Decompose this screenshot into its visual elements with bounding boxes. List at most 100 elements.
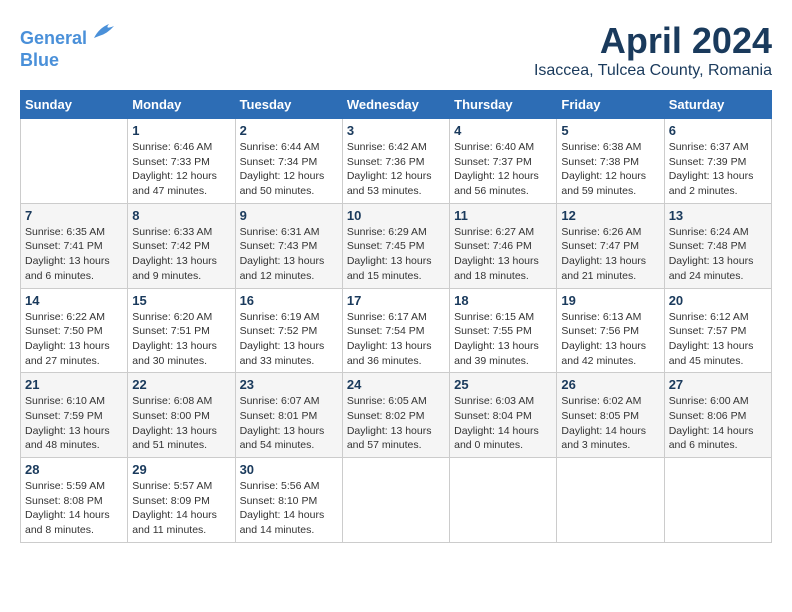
- cell-week1-day6: 5Sunrise: 6:38 AM Sunset: 7:38 PM Daylig…: [557, 119, 664, 204]
- day-info: Sunrise: 5:59 AM Sunset: 8:08 PM Dayligh…: [25, 479, 123, 538]
- day-info: Sunrise: 6:42 AM Sunset: 7:36 PM Dayligh…: [347, 140, 445, 199]
- day-info: Sunrise: 6:10 AM Sunset: 7:59 PM Dayligh…: [25, 394, 123, 453]
- day-number: 16: [240, 293, 338, 308]
- cell-week5-day1: 28 Sunrise: 5:59 AM Sunset: 8:08 PM Dayli…: [21, 458, 128, 543]
- cell-week1-day3: 2 Sunrise: 6:44 AM Sunset: 7:34 PM Daylig…: [235, 119, 342, 204]
- cell-week1-day7: 6Sunrise: 6:37 AM Sunset: 7:39 PM Daylig…: [664, 119, 771, 204]
- day-number: 19: [561, 293, 659, 308]
- day-info: Sunrise: 6:13 AM Sunset: 7:56 PM Dayligh…: [561, 310, 659, 369]
- day-info: Sunrise: 6:07 AM Sunset: 8:01 PM Dayligh…: [240, 394, 338, 453]
- day-info: Sunrise: 6:29 AM Sunset: 7:45 PM Dayligh…: [347, 225, 445, 284]
- cell-week4-day3: 23 Sunrise: 6:07 AM Sunset: 8:01 PM Dayli…: [235, 373, 342, 458]
- cell-week5-day7: [664, 458, 771, 543]
- header-sunday: Sunday: [21, 91, 128, 119]
- cell-week2-day6: 12 Sunrise: 6:26 AM Sunset: 7:47 PM Dayli…: [557, 203, 664, 288]
- cell-week3-day2: 15 Sunrise: 6:20 AM Sunset: 7:51 PM Dayli…: [128, 288, 235, 373]
- header-wednesday: Wednesday: [342, 91, 449, 119]
- day-number: 25: [454, 377, 552, 392]
- day-number: 27: [669, 377, 767, 392]
- header-tuesday: Tuesday: [235, 91, 342, 119]
- cell-week2-day3: 9 Sunrise: 6:31 AM Sunset: 7:43 PM Daylig…: [235, 203, 342, 288]
- day-number: 12: [561, 208, 659, 223]
- page-header: General Blue April 2024 Isaccea, Tulcea …: [20, 20, 772, 80]
- day-info: Sunrise: 6:15 AM Sunset: 7:55 PM Dayligh…: [454, 310, 552, 369]
- day-info: Sunrise: 6:20 AM Sunset: 7:51 PM Dayligh…: [132, 310, 230, 369]
- day-info: Sunrise: 6:24 AM Sunset: 7:48 PM Dayligh…: [669, 225, 767, 284]
- cell-week4-day6: 26Sunrise: 6:02 AM Sunset: 8:05 PM Dayli…: [557, 373, 664, 458]
- day-number: 17: [347, 293, 445, 308]
- cell-week2-day5: 11 Sunrise: 6:27 AM Sunset: 7:46 PM Dayli…: [450, 203, 557, 288]
- cell-week4-day2: 22 Sunrise: 6:08 AM Sunset: 8:00 PM Dayli…: [128, 373, 235, 458]
- cell-week4-day5: 25 Sunrise: 6:03 AM Sunset: 8:04 PM Dayli…: [450, 373, 557, 458]
- day-number: 20: [669, 293, 767, 308]
- cell-week3-day5: 18 Sunrise: 6:15 AM Sunset: 7:55 PM Dayli…: [450, 288, 557, 373]
- day-info: Sunrise: 6:38 AM Sunset: 7:38 PM Dayligh…: [561, 140, 659, 199]
- day-info: Sunrise: 6:40 AM Sunset: 7:37 PM Dayligh…: [454, 140, 552, 199]
- day-number: 2: [240, 123, 338, 138]
- cell-week1-day5: 4 Sunrise: 6:40 AM Sunset: 7:37 PM Daylig…: [450, 119, 557, 204]
- day-info: Sunrise: 6:19 AM Sunset: 7:52 PM Dayligh…: [240, 310, 338, 369]
- calendar-table: SundayMondayTuesdayWednesdayThursdayFrid…: [20, 90, 772, 543]
- cell-week3-day3: 16 Sunrise: 6:19 AM Sunset: 7:52 PM Dayli…: [235, 288, 342, 373]
- day-number: 18: [454, 293, 552, 308]
- day-info: Sunrise: 5:56 AM Sunset: 8:10 PM Dayligh…: [240, 479, 338, 538]
- cell-week5-day6: [557, 458, 664, 543]
- header-saturday: Saturday: [664, 91, 771, 119]
- cell-week4-day7: 27 Sunrise: 6:00 AM Sunset: 8:06 PM Dayli…: [664, 373, 771, 458]
- day-number: 11: [454, 208, 552, 223]
- day-info: Sunrise: 6:37 AM Sunset: 7:39 PM Dayligh…: [669, 140, 767, 199]
- cell-week2-day2: 8 Sunrise: 6:33 AM Sunset: 7:42 PM Daylig…: [128, 203, 235, 288]
- cell-week2-day7: 13 Sunrise: 6:24 AM Sunset: 7:48 PM Dayli…: [664, 203, 771, 288]
- day-number: 28: [25, 462, 123, 477]
- day-info: Sunrise: 6:22 AM Sunset: 7:50 PM Dayligh…: [25, 310, 123, 369]
- logo-text: General Blue: [20, 20, 119, 71]
- day-number: 13: [669, 208, 767, 223]
- day-number: 4: [454, 123, 552, 138]
- day-number: 7: [25, 208, 123, 223]
- day-info: Sunrise: 6:08 AM Sunset: 8:00 PM Dayligh…: [132, 394, 230, 453]
- day-info: Sunrise: 6:05 AM Sunset: 8:02 PM Dayligh…: [347, 394, 445, 453]
- day-number: 14: [25, 293, 123, 308]
- day-number: 24: [347, 377, 445, 392]
- day-number: 10: [347, 208, 445, 223]
- cell-week5-day3: 30Sunrise: 5:56 AM Sunset: 8:10 PM Dayli…: [235, 458, 342, 543]
- day-info: Sunrise: 6:26 AM Sunset: 7:47 PM Dayligh…: [561, 225, 659, 284]
- day-number: 9: [240, 208, 338, 223]
- day-info: Sunrise: 5:57 AM Sunset: 8:09 PM Dayligh…: [132, 479, 230, 538]
- day-info: Sunrise: 6:35 AM Sunset: 7:41 PM Dayligh…: [25, 225, 123, 284]
- day-number: 23: [240, 377, 338, 392]
- header-monday: Monday: [128, 91, 235, 119]
- cell-week5-day2: 29 Sunrise: 5:57 AM Sunset: 8:09 PM Dayli…: [128, 458, 235, 543]
- cell-week5-day4: [342, 458, 449, 543]
- day-info: Sunrise: 6:12 AM Sunset: 7:57 PM Dayligh…: [669, 310, 767, 369]
- day-number: 29: [132, 462, 230, 477]
- cell-week1-day2: 1Sunrise: 6:46 AM Sunset: 7:33 PM Daylig…: [128, 119, 235, 204]
- header-thursday: Thursday: [450, 91, 557, 119]
- logo: General Blue: [20, 20, 119, 71]
- day-info: Sunrise: 6:31 AM Sunset: 7:43 PM Dayligh…: [240, 225, 338, 284]
- cell-week4-day4: 24 Sunrise: 6:05 AM Sunset: 8:02 PM Dayli…: [342, 373, 449, 458]
- day-info: Sunrise: 6:33 AM Sunset: 7:42 PM Dayligh…: [132, 225, 230, 284]
- day-info: Sunrise: 6:03 AM Sunset: 8:04 PM Dayligh…: [454, 394, 552, 453]
- cell-week3-day6: 19 Sunrise: 6:13 AM Sunset: 7:56 PM Dayli…: [557, 288, 664, 373]
- day-number: 21: [25, 377, 123, 392]
- day-number: 8: [132, 208, 230, 223]
- day-info: Sunrise: 6:00 AM Sunset: 8:06 PM Dayligh…: [669, 394, 767, 453]
- cell-week5-day5: [450, 458, 557, 543]
- header-friday: Friday: [557, 91, 664, 119]
- day-info: Sunrise: 6:27 AM Sunset: 7:46 PM Dayligh…: [454, 225, 552, 284]
- day-number: 3: [347, 123, 445, 138]
- day-info: Sunrise: 6:44 AM Sunset: 7:34 PM Dayligh…: [240, 140, 338, 199]
- day-number: 26: [561, 377, 659, 392]
- cell-week2-day4: 10 Sunrise: 6:29 AM Sunset: 7:45 PM Dayli…: [342, 203, 449, 288]
- cell-week3-day4: 17 Sunrise: 6:17 AM Sunset: 7:54 PM Dayli…: [342, 288, 449, 373]
- day-number: 1: [132, 123, 230, 138]
- cell-week1-day1: [21, 119, 128, 204]
- month-title: April 2024: [534, 20, 772, 62]
- day-number: 22: [132, 377, 230, 392]
- location: Isaccea, Tulcea County, Romania: [534, 62, 772, 80]
- cell-week3-day7: 20 Sunrise: 6:12 AM Sunset: 7:57 PM Dayli…: [664, 288, 771, 373]
- day-info: Sunrise: 6:17 AM Sunset: 7:54 PM Dayligh…: [347, 310, 445, 369]
- day-number: 15: [132, 293, 230, 308]
- cell-week1-day4: 3 Sunrise: 6:42 AM Sunset: 7:36 PM Daylig…: [342, 119, 449, 204]
